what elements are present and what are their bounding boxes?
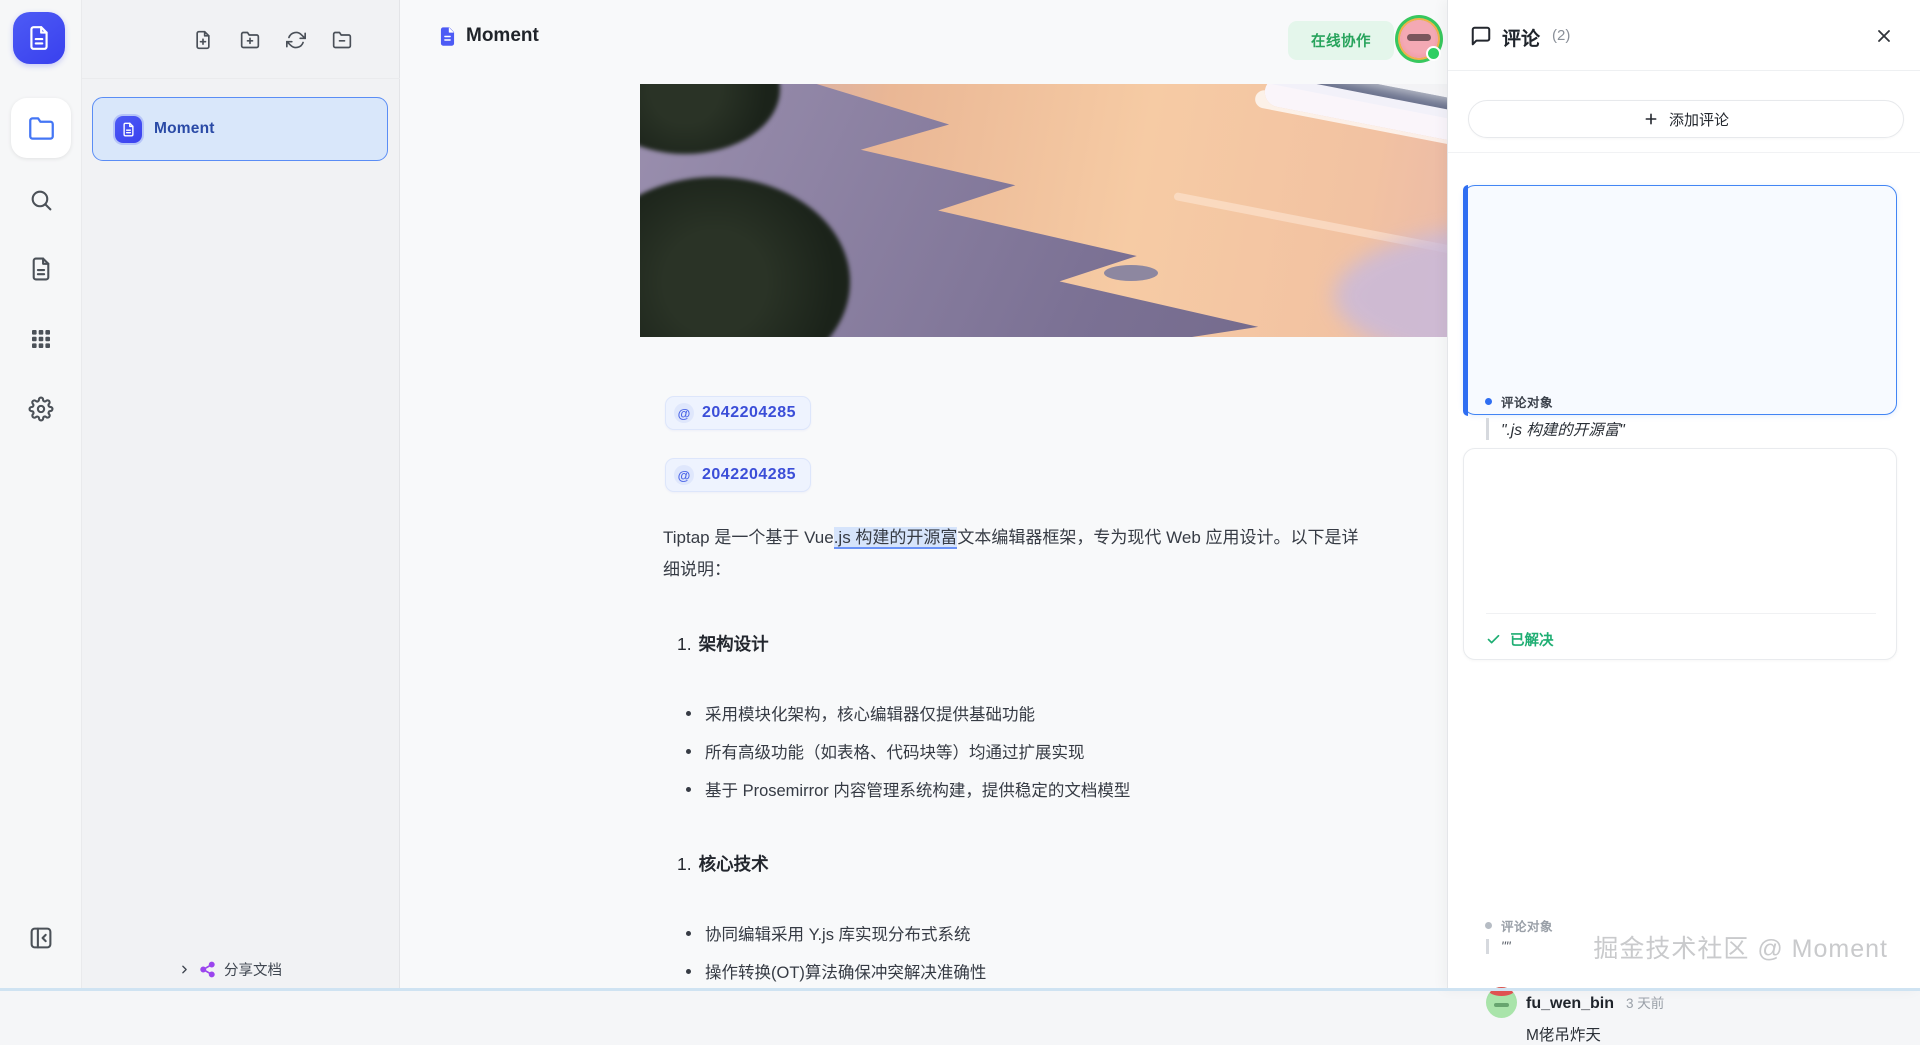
comment-author-row: fu_wen_bin 3 天前 (1526, 992, 1664, 1013)
heading-text: 架构设计 (699, 634, 769, 654)
share-icon (199, 961, 216, 978)
file-plus-icon[interactable] (193, 30, 213, 50)
comment-target-label: 评论对象 (1501, 392, 1553, 411)
icon-rail (0, 0, 82, 991)
comment-target-row: 评论对象 (1485, 392, 1553, 411)
add-comment-label: 添加评论 (1669, 109, 1729, 130)
list-item-text: 采用模块化架构，核心编辑器仅提供基础功能 (705, 701, 1035, 725)
comments-count: (2) (1552, 27, 1570, 44)
comment-target-label: 评论对象 (1501, 916, 1553, 935)
bullet-dot (686, 749, 691, 754)
sidebar-item-files[interactable] (11, 98, 71, 158)
list-item[interactable]: 协同编辑采用 Y.js 库实现分布式系统 (686, 921, 971, 945)
add-comment-button[interactable]: 添加评论 (1468, 100, 1904, 138)
list-item-text: 所有高级功能（如表格、代码块等）均通过扩展实现 (705, 739, 1085, 763)
comments-title: 评论 (1502, 24, 1540, 51)
bullet-dot (686, 711, 691, 716)
collapse-panel-icon[interactable] (29, 926, 54, 951)
list-number: 1. (677, 634, 692, 654)
bullet-dot (686, 787, 691, 792)
chevron-right-icon (178, 963, 191, 976)
at-icon: @ (674, 465, 694, 485)
comment-highlight[interactable]: .js 构建的开源富 (834, 527, 958, 549)
tree-item-moment[interactable]: Moment (92, 97, 388, 161)
comments-header: 评论 (2) (1448, 0, 1920, 71)
folder-plus-icon[interactable] (240, 30, 260, 50)
paragraph-text: Tiptap 是一个基于 Vue (663, 528, 834, 547)
comment-target-row: 评论对象 (1485, 916, 1553, 935)
page-title: Moment (466, 25, 539, 47)
collab-status-badge[interactable]: 在线协作 (1288, 21, 1394, 60)
comment-timestamp: 3 天前 (1626, 992, 1664, 1012)
list-item-text: 协同编辑采用 Y.js 库实现分布式系统 (705, 921, 971, 945)
avatar (1486, 987, 1517, 1018)
avatar[interactable] (1400, 20, 1438, 58)
comment-card-resolved[interactable]: 评论对象 "" fu_wen_bin 3 天前 M佬吊炸天 已解决 (1463, 448, 1897, 660)
heading-text: 核心技术 (699, 854, 769, 874)
section-heading[interactable]: 1. 架构设计 (677, 631, 769, 656)
bullet-dot (686, 969, 691, 974)
tree-item-label: Moment (154, 120, 215, 138)
comments-panel: 评论 (2) 添加评论 评论对象 ".js 构建的开源富" Moment 不到 … (1447, 0, 1920, 991)
file-tree-panel: Moment 分享文档 (82, 0, 400, 991)
close-icon[interactable] (1874, 26, 1894, 46)
comment-body: M佬吊炸天 (1526, 1023, 1601, 1045)
share-doc-label: 分享文档 (224, 959, 282, 980)
paragraph[interactable]: Tiptap 是一个基于 Vue.js 构建的开源富文本编辑器框架，专为现代 W… (663, 522, 1359, 586)
comment-quote: "" (1486, 939, 1511, 954)
list-item-text: 操作转换(OT)算法确保冲突解决准确性 (705, 959, 986, 983)
divider (1486, 613, 1876, 614)
at-icon: @ (674, 403, 694, 423)
paragraph-text: 文本编辑器框架，专为现代 Web 应用设计。以下是详 (957, 528, 1358, 547)
bullet-dot (686, 931, 691, 936)
comment-author: fu_wen_bin (1526, 995, 1614, 1013)
list-number: 1. (677, 854, 692, 874)
mention-chip[interactable]: @ 2042204285 (665, 458, 811, 492)
share-doc-row[interactable]: 分享文档 (178, 959, 282, 980)
refresh-icon[interactable] (286, 30, 306, 50)
comment-card-selected[interactable]: 评论对象 ".js 构建的开源富" Moment 不到 1 分钟前 阿达打算 回… (1463, 185, 1897, 415)
document-icon[interactable] (29, 257, 54, 282)
image-rock (1104, 265, 1158, 281)
mention-user-id: 2042204285 (702, 404, 796, 422)
status-dot-icon (1485, 922, 1492, 929)
watermark: 掘金技术社区 @ Moment (1593, 929, 1888, 965)
mention-chip[interactable]: @ 2042204285 (665, 396, 811, 430)
plus-icon (1643, 111, 1659, 127)
check-icon (1486, 632, 1501, 647)
mention-user-id: 2042204285 (702, 466, 796, 484)
document-icon (115, 116, 142, 143)
folder-minus-icon[interactable] (332, 30, 352, 50)
status-dot-icon (1485, 398, 1492, 405)
resolved-label: 已解决 (1510, 629, 1554, 650)
search-icon[interactable] (29, 188, 54, 213)
list-item[interactable]: 采用模块化架构，核心编辑器仅提供基础功能 (686, 701, 1035, 725)
list-item[interactable]: 基于 Prosemirror 内容管理系统构建，提供稳定的文档模型 (686, 777, 1130, 801)
comment-quote: ".js 构建的开源富" (1486, 418, 1625, 440)
comment-bubble-icon (1470, 25, 1492, 47)
gear-icon[interactable] (29, 397, 54, 422)
document-icon (437, 26, 458, 47)
list-item-text: 基于 Prosemirror 内容管理系统构建，提供稳定的文档模型 (705, 777, 1130, 801)
divider (1448, 152, 1920, 153)
grid-icon[interactable] (29, 327, 53, 351)
list-item[interactable]: 操作转换(OT)算法确保冲突解决准确性 (686, 959, 986, 983)
list-item[interactable]: 所有高级功能（如表格、代码块等）均通过扩展实现 (686, 739, 1085, 763)
section-heading[interactable]: 1. 核心技术 (677, 851, 769, 876)
app-logo-document-icon[interactable] (13, 12, 65, 64)
file-panel-toolbar (82, 0, 400, 79)
paragraph-line: Tiptap 是一个基于 Vue.js 构建的开源富文本编辑器框架，专为现代 W… (663, 522, 1359, 554)
resolved-status[interactable]: 已解决 (1486, 629, 1554, 650)
folder-icon (28, 115, 55, 142)
paragraph-line: 细说明： (663, 554, 1359, 586)
